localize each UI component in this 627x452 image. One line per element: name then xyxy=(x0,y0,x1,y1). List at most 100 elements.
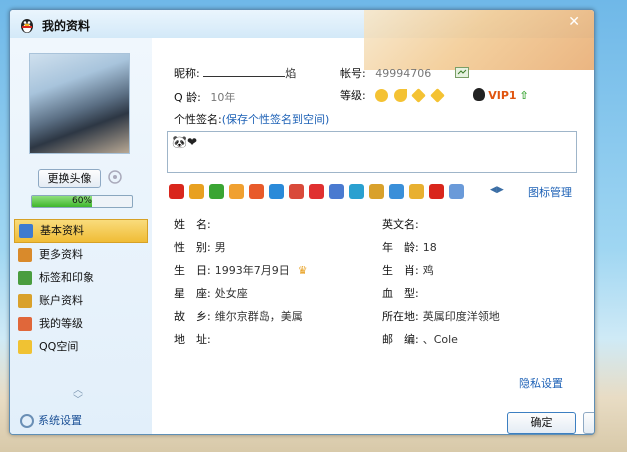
sun-icon xyxy=(375,89,389,102)
sidebar-item[interactable]: 我的等级 xyxy=(14,313,148,335)
service-icon[interactable] xyxy=(349,184,364,199)
field-label: 故 乡: xyxy=(174,310,211,323)
vip-penguin-icon xyxy=(473,88,486,101)
service-icon[interactable] xyxy=(169,184,184,199)
sidebar-scroll[interactable]: ︿ ﹀ xyxy=(73,386,83,406)
sidebar-item[interactable]: QQ空间 xyxy=(14,336,148,358)
account-icon xyxy=(18,294,32,308)
service-icon[interactable] xyxy=(189,184,204,199)
nickname-value[interactable] xyxy=(203,67,286,77)
system-settings-label: 系统设置 xyxy=(38,414,82,427)
profile-field: 生 肖: 鸡 xyxy=(382,262,434,278)
moon-icon xyxy=(393,89,407,102)
gear-icon xyxy=(20,414,34,428)
field-label: 姓 名: xyxy=(174,218,211,231)
profile-field: 故 乡: 维尔京群岛，美属 xyxy=(174,308,303,324)
level-label: 等级: xyxy=(340,89,366,102)
service-icon[interactable] xyxy=(449,184,464,199)
service-icon[interactable] xyxy=(289,184,304,199)
sidebar-item-label: 标签和印象 xyxy=(39,271,94,284)
field-value: 维尔京群岛，美属 xyxy=(214,310,303,323)
sidebar-item-label: 更多资料 xyxy=(39,248,83,261)
icon-manage-link[interactable]: 图标管理 xyxy=(528,184,572,200)
service-icon[interactable] xyxy=(269,184,284,199)
sidebar-item[interactable]: 更多资料 xyxy=(14,244,148,266)
sidebar-item-label: 我的等级 xyxy=(39,317,83,330)
profile-window: 我的资料 ✕ 更换头像 60% 基本资料更多资料标签和印象账户资料我的等级 QQ空… xyxy=(9,9,595,435)
qage-row: Q 龄: 10年 xyxy=(174,89,235,105)
profile-field: 年 龄: 18 xyxy=(382,239,437,255)
profile-field: 姓 名: xyxy=(174,216,215,232)
icon-scroll-arrows[interactable]: ◀▶ xyxy=(490,185,504,195)
star-icon xyxy=(18,340,32,354)
window-title: 我的资料 xyxy=(42,19,91,33)
profile-field: 邮 编: 、Cole xyxy=(382,331,458,347)
camera-icon xyxy=(108,170,122,184)
list-icon xyxy=(18,248,32,262)
sidebar-item-label: 账户资料 xyxy=(39,294,83,307)
profile-field: 英文名: xyxy=(382,216,423,232)
service-icon[interactable] xyxy=(429,184,444,199)
field-value: 1993年7月9日 xyxy=(214,264,290,277)
signature-row: 个性签名:(保存个性签名到空间) xyxy=(174,111,329,127)
qq-penguin-icon xyxy=(21,19,33,33)
vip-badge[interactable]: VIP1 ⇧ xyxy=(473,88,529,102)
qage-value: 10年 xyxy=(210,91,236,104)
save-signature-link[interactable]: (保存个性签名到空间) xyxy=(222,113,330,126)
change-avatar-button[interactable]: 更换头像 xyxy=(38,169,101,188)
chevron-down-icon[interactable]: ﹀ xyxy=(73,396,83,406)
field-label: 地 址: xyxy=(174,333,211,346)
privacy-settings-link[interactable]: 隐私设置 xyxy=(519,375,563,391)
service-icon[interactable] xyxy=(409,184,424,199)
nickname-label: 昵称: xyxy=(174,67,200,80)
service-icon[interactable] xyxy=(229,184,244,199)
field-value: 18 xyxy=(422,241,437,254)
field-label: 邮 编: xyxy=(382,333,419,346)
birthday-icon: ♛ xyxy=(297,264,308,277)
level-icons[interactable] xyxy=(375,88,449,103)
level-row: 等级: VIP1 ⇧ xyxy=(340,87,529,103)
crown-icon xyxy=(18,317,32,331)
service-icon[interactable] xyxy=(209,184,224,199)
sidebar-item[interactable]: 基本资料 xyxy=(14,219,148,243)
field-label: 血 型: xyxy=(382,287,419,300)
profile-completion-bar: 60% xyxy=(31,195,133,208)
ok-button[interactable]: 确定 xyxy=(507,412,576,434)
field-value: 处女座 xyxy=(214,287,248,300)
profile-field: 地 址: xyxy=(174,331,215,347)
service-icon[interactable] xyxy=(389,184,404,199)
field-label: 英文名: xyxy=(382,218,419,231)
sidebar-item[interactable]: 标签和印象 xyxy=(14,267,148,289)
profile-field: 星 座: 处女座 xyxy=(174,285,248,301)
field-label: 星 座: xyxy=(174,287,211,300)
account-label: 帐号: xyxy=(340,67,366,80)
vip-level-label: VIP1 xyxy=(488,89,517,102)
sidebar-item[interactable]: 账户资料 xyxy=(14,290,148,312)
sidebar-item-label: QQ空间 xyxy=(39,340,79,353)
profile-field: 性 别: 男 xyxy=(174,239,226,255)
service-icon[interactable] xyxy=(309,184,324,199)
account-value: 49994706 xyxy=(375,67,432,80)
field-label: 年 龄: xyxy=(382,241,419,254)
field-label: 生 日: xyxy=(174,264,211,277)
avatar[interactable] xyxy=(29,53,130,154)
system-settings-link[interactable]: 系统设置 xyxy=(20,412,82,428)
service-icon[interactable] xyxy=(369,184,384,199)
avatar-options-button[interactable] xyxy=(106,169,124,186)
field-value: 、Cole xyxy=(422,333,458,346)
signature-label: 个性签名: xyxy=(174,113,222,126)
qage-label: Q 龄: xyxy=(174,91,201,104)
sidebar-item-label: 基本资料 xyxy=(40,224,84,237)
close-button[interactable]: ✕ xyxy=(568,14,580,30)
copy-account-icon[interactable] xyxy=(454,67,469,78)
sidebar: 更换头像 60% 基本资料更多资料标签和印象账户资料我的等级 QQ空间 ︿ ﹀ 系… xyxy=(10,38,152,434)
cancel-button[interactable]: 取消 xyxy=(583,412,594,434)
signature-input[interactable]: 🐼❤ xyxy=(167,131,577,173)
service-icon[interactable] xyxy=(249,184,264,199)
profile-completion-label: 60% xyxy=(71,196,92,206)
field-label: 性 别: xyxy=(174,241,211,254)
signature-text: 🐼❤ xyxy=(172,135,197,149)
field-label: 所在地: xyxy=(382,310,419,323)
service-icon[interactable] xyxy=(329,184,344,199)
card-icon xyxy=(19,224,33,238)
